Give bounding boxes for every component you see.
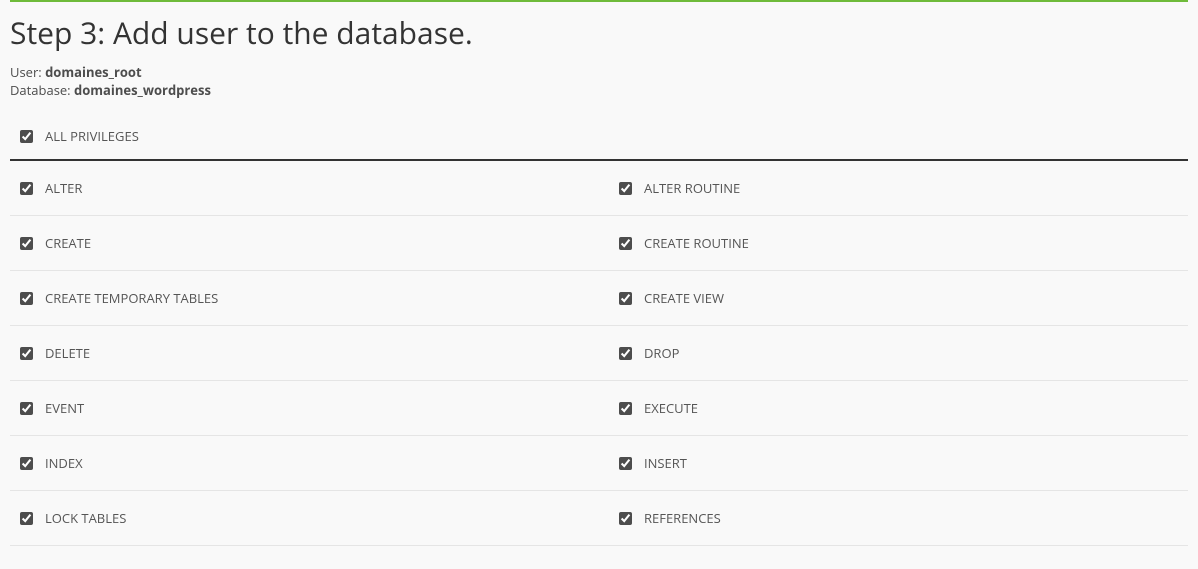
privilege-create-routine-label[interactable]: CREATE ROUTINE bbox=[644, 234, 749, 252]
all-privileges-row: ALL PRIVILEGES bbox=[10, 127, 1188, 159]
privilege-index-label[interactable]: INDEX bbox=[45, 454, 83, 472]
privilege-alter-routine-checkbox[interactable] bbox=[619, 182, 632, 195]
privilege-create-routine: CREATE ROUTINE bbox=[599, 216, 1188, 271]
privilege-insert: INSERT bbox=[599, 436, 1188, 491]
privilege-delete-checkbox[interactable] bbox=[20, 347, 33, 360]
privilege-drop-label[interactable]: DROP bbox=[644, 344, 679, 362]
privilege-drop: DROP bbox=[599, 326, 1188, 381]
privilege-create-temp-tables-label[interactable]: CREATE TEMPORARY TABLES bbox=[45, 289, 218, 307]
step-title: Step 3: Add user to the database. bbox=[10, 12, 1188, 53]
privilege-insert-checkbox[interactable] bbox=[619, 457, 632, 470]
privilege-create-view: CREATE VIEW bbox=[599, 271, 1188, 326]
privilege-create-temp-tables-checkbox[interactable] bbox=[20, 292, 33, 305]
privilege-references: REFERENCES bbox=[599, 491, 1188, 546]
privilege-references-checkbox[interactable] bbox=[619, 512, 632, 525]
privilege-create-routine-checkbox[interactable] bbox=[619, 237, 632, 250]
user-value: domaines_root bbox=[45, 63, 142, 81]
privilege-delete: DELETE bbox=[10, 326, 599, 381]
privilege-lock-tables-checkbox[interactable] bbox=[20, 512, 33, 525]
main-container: Step 3: Add user to the database. User: … bbox=[0, 2, 1198, 556]
privilege-lock-tables-label[interactable]: LOCK TABLES bbox=[45, 509, 126, 527]
privilege-execute: EXECUTE bbox=[599, 381, 1188, 436]
database-value: domaines_wordpress bbox=[74, 81, 211, 99]
privilege-index-checkbox[interactable] bbox=[20, 457, 33, 470]
privilege-create-label[interactable]: CREATE bbox=[45, 234, 91, 252]
privilege-event: EVENT bbox=[10, 381, 599, 436]
database-meta-line: Database: domaines_wordpress bbox=[10, 81, 1188, 99]
privilege-create: CREATE bbox=[10, 216, 599, 271]
privilege-alter-label[interactable]: ALTER bbox=[45, 179, 82, 197]
privilege-create-checkbox[interactable] bbox=[20, 237, 33, 250]
database-label: Database: bbox=[10, 81, 74, 99]
all-privileges-checkbox[interactable] bbox=[20, 130, 33, 143]
privileges-section: ALL PRIVILEGES ALTER ALTER ROUTINE CREAT… bbox=[10, 127, 1188, 546]
privilege-alter-routine: ALTER ROUTINE bbox=[599, 161, 1188, 216]
privilege-delete-label[interactable]: DELETE bbox=[45, 344, 90, 362]
privilege-create-temp-tables: CREATE TEMPORARY TABLES bbox=[10, 271, 599, 326]
privilege-create-view-label[interactable]: CREATE VIEW bbox=[644, 289, 724, 307]
privilege-execute-checkbox[interactable] bbox=[619, 402, 632, 415]
privilege-drop-checkbox[interactable] bbox=[619, 347, 632, 360]
privilege-insert-label[interactable]: INSERT bbox=[644, 454, 687, 472]
privilege-alter: ALTER bbox=[10, 161, 599, 216]
privilege-event-label[interactable]: EVENT bbox=[45, 399, 84, 417]
all-privileges-label[interactable]: ALL PRIVILEGES bbox=[45, 127, 139, 145]
privilege-lock-tables: LOCK TABLES bbox=[10, 491, 599, 546]
privilege-execute-label[interactable]: EXECUTE bbox=[644, 399, 698, 417]
privilege-event-checkbox[interactable] bbox=[20, 402, 33, 415]
privilege-alter-checkbox[interactable] bbox=[20, 182, 33, 195]
privilege-references-label[interactable]: REFERENCES bbox=[644, 509, 721, 527]
user-meta-line: User: domaines_root bbox=[10, 63, 1188, 81]
privilege-index: INDEX bbox=[10, 436, 599, 491]
privileges-grid: ALTER ALTER ROUTINE CREATE CREATE ROUTIN… bbox=[10, 161, 1188, 546]
user-label: User: bbox=[10, 63, 45, 81]
privilege-create-view-checkbox[interactable] bbox=[619, 292, 632, 305]
privilege-alter-routine-label[interactable]: ALTER ROUTINE bbox=[644, 179, 740, 197]
